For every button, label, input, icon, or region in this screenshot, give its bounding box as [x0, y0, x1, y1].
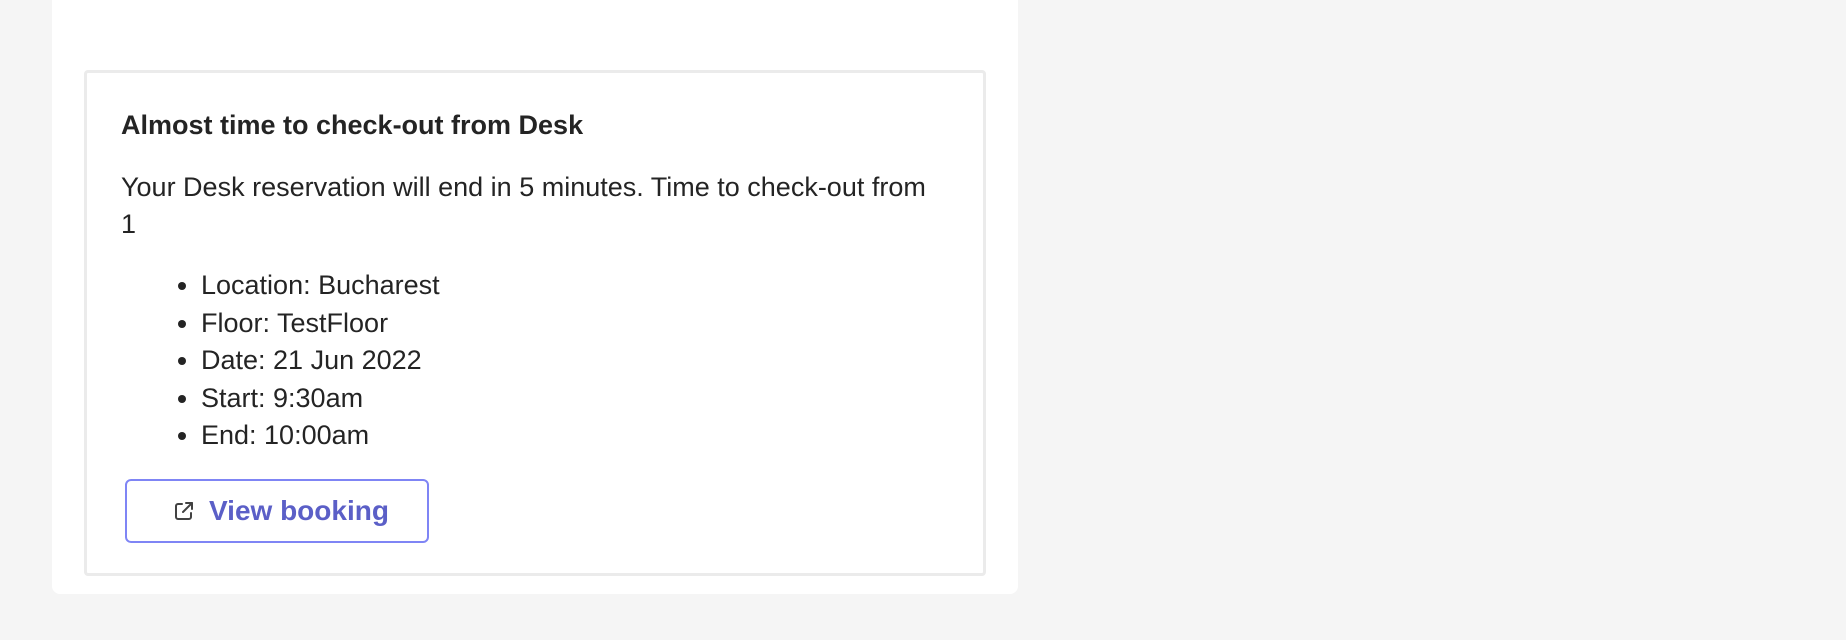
external-link-icon — [173, 500, 195, 522]
detail-start: Start: 9:30am — [201, 380, 440, 418]
card-body-text: Your Desk reservation will end in 5 minu… — [121, 172, 926, 239]
view-booking-button[interactable]: View booking — [125, 479, 429, 543]
card-title: Almost time to check-out from Desk — [121, 110, 584, 140]
detail-date: Date: 21 Jun 2022 — [201, 342, 440, 380]
notification-card: Almost time to check-out from Desk Your … — [84, 70, 986, 576]
detail-floor: Floor: TestFloor — [201, 305, 440, 343]
view-booking-label: View booking — [209, 495, 389, 526]
booking-details-list: Location: Bucharest Floor: TestFloor Dat… — [121, 267, 440, 455]
detail-location: Location: Bucharest — [201, 267, 440, 305]
detail-end: End: 10:00am — [201, 417, 440, 455]
